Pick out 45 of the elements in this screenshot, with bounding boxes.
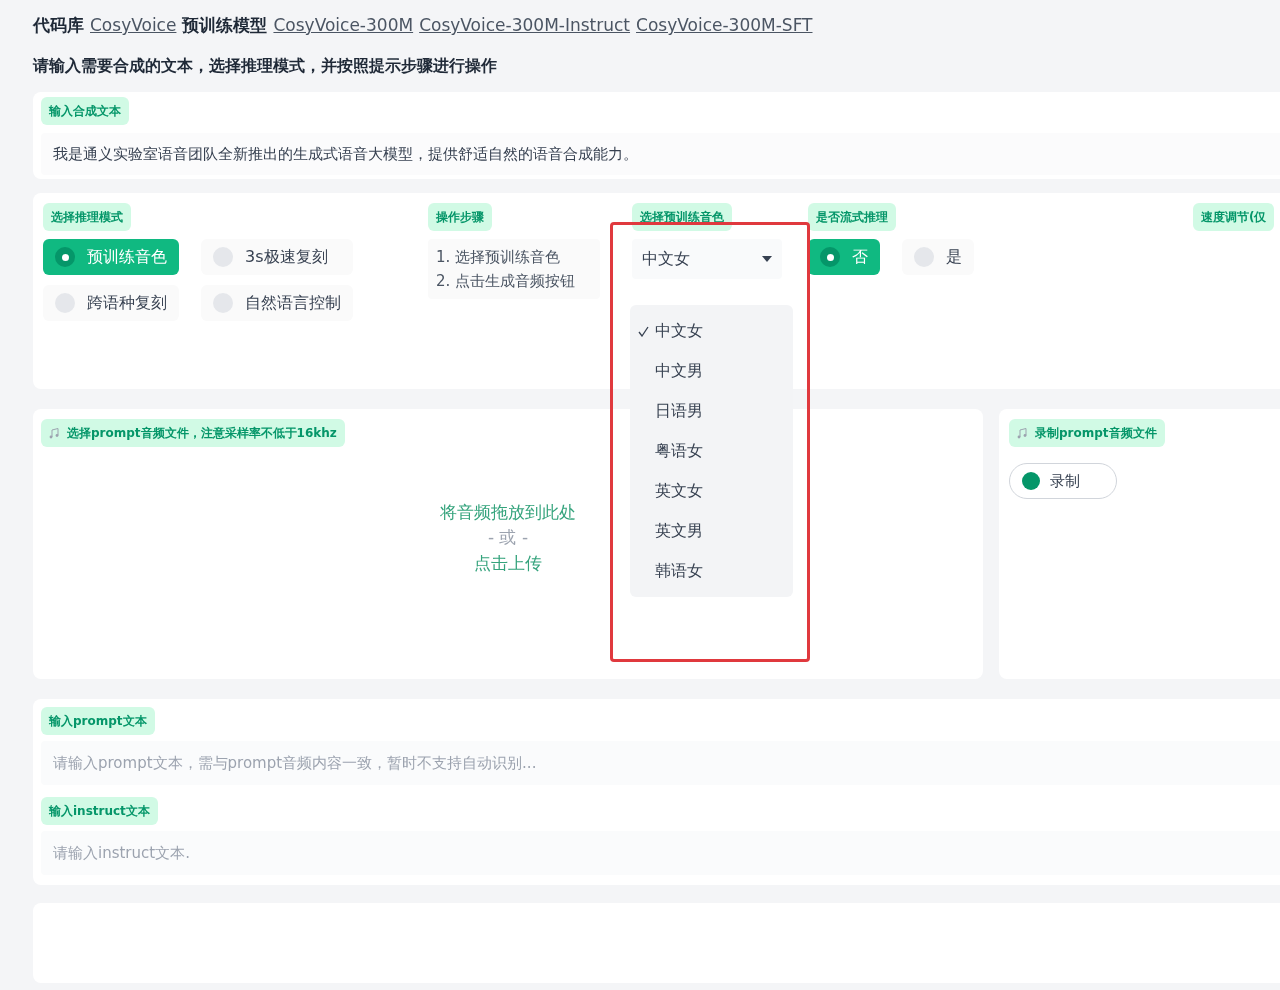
step-text: 1. 选择预训练音色 bbox=[436, 247, 562, 268]
option-text: 韩语女 bbox=[655, 560, 703, 582]
text-input-field[interactable]: 我是通义实验室语音团队全新推出的生成式语音大模型，提供舒适自然的语音合成能力。 bbox=[41, 133, 1280, 175]
repo-link[interactable]: CosyVoice-300M-SFT bbox=[636, 15, 813, 35]
option-text: 英文女 bbox=[655, 480, 703, 502]
music-note-icon bbox=[1017, 427, 1027, 439]
music-note-icon bbox=[49, 427, 59, 439]
drop-hint-text: 将音频拖放到此处 bbox=[440, 500, 576, 524]
field-label: 选择推理模式 bbox=[43, 203, 131, 231]
prompt-text-field[interactable]: 请输入prompt文本，需与prompt音频内容一致，暂时不支持自动识别... bbox=[41, 741, 1280, 785]
dropdown-option[interactable]: 韩语女 bbox=[630, 551, 793, 591]
option-text: 英文男 bbox=[655, 520, 703, 542]
instructions-text: 请输入需要合成的文本，选择推理模式，并按照提示步骤进行操作 bbox=[33, 55, 498, 77]
dropdown-option[interactable]: 日语男 bbox=[630, 391, 793, 431]
field-label: 录制prompt音频文件 bbox=[1009, 419, 1165, 447]
field-label: 输入prompt文本 bbox=[41, 707, 155, 735]
dropdown-value: 中文女 bbox=[642, 248, 690, 270]
repo-link[interactable]: CosyVoice-300M-Instruct bbox=[419, 15, 631, 35]
repo-link[interactable]: CosyVoice-300M bbox=[273, 15, 414, 35]
instruct-text-field[interactable]: 请输入instruct文本. bbox=[41, 831, 1280, 875]
option-text: 中文女 bbox=[655, 320, 703, 342]
dropdown-option[interactable]: 粤语女 bbox=[630, 431, 793, 471]
radio-option[interactable]: 跨语种复刻 bbox=[43, 285, 179, 321]
option-text: 日语男 bbox=[655, 400, 703, 422]
dropdown-option[interactable]: 中文男 bbox=[630, 351, 793, 391]
field-label: 选择prompt音频文件，注意采样率不低于16khz bbox=[41, 419, 345, 447]
or-text: - 或 - bbox=[487, 526, 529, 550]
field-label: 输入instruct文本 bbox=[41, 797, 158, 825]
step-text: 2. 点击生成音频按钮 bbox=[436, 271, 577, 292]
option-text: 粤语女 bbox=[655, 440, 703, 462]
field-label: 是否流式推理 bbox=[808, 203, 896, 231]
option-text: 中文男 bbox=[655, 360, 703, 382]
radio-option[interactable]: 3s极速复刻 bbox=[201, 239, 353, 275]
header-text: 代码库 CosyVoice 预训练模型 CosyVoice-300M CosyVoice-300M-Instruct CosyVoice-300M-SFT bbox=[33, 14, 814, 37]
repo-link[interactable]: CosyVoice bbox=[90, 15, 177, 35]
radio-option[interactable]: 是 bbox=[902, 239, 974, 275]
dropdown-option[interactable]: 英文男 bbox=[630, 511, 793, 551]
dropdown-option[interactable]: 中文女 bbox=[630, 311, 793, 351]
field-label: 速度调节(仅 bbox=[1193, 203, 1275, 231]
voice-dropdown[interactable]: 中文女 bbox=[632, 239, 782, 279]
caret-icon bbox=[762, 256, 772, 262]
field-label: 输入合成文本 bbox=[41, 97, 129, 125]
radio-option[interactable]: 自然语言控制 bbox=[201, 285, 353, 321]
field-label: 操作步骤 bbox=[428, 203, 492, 231]
dropdown-option[interactable]: 英文女 bbox=[630, 471, 793, 511]
